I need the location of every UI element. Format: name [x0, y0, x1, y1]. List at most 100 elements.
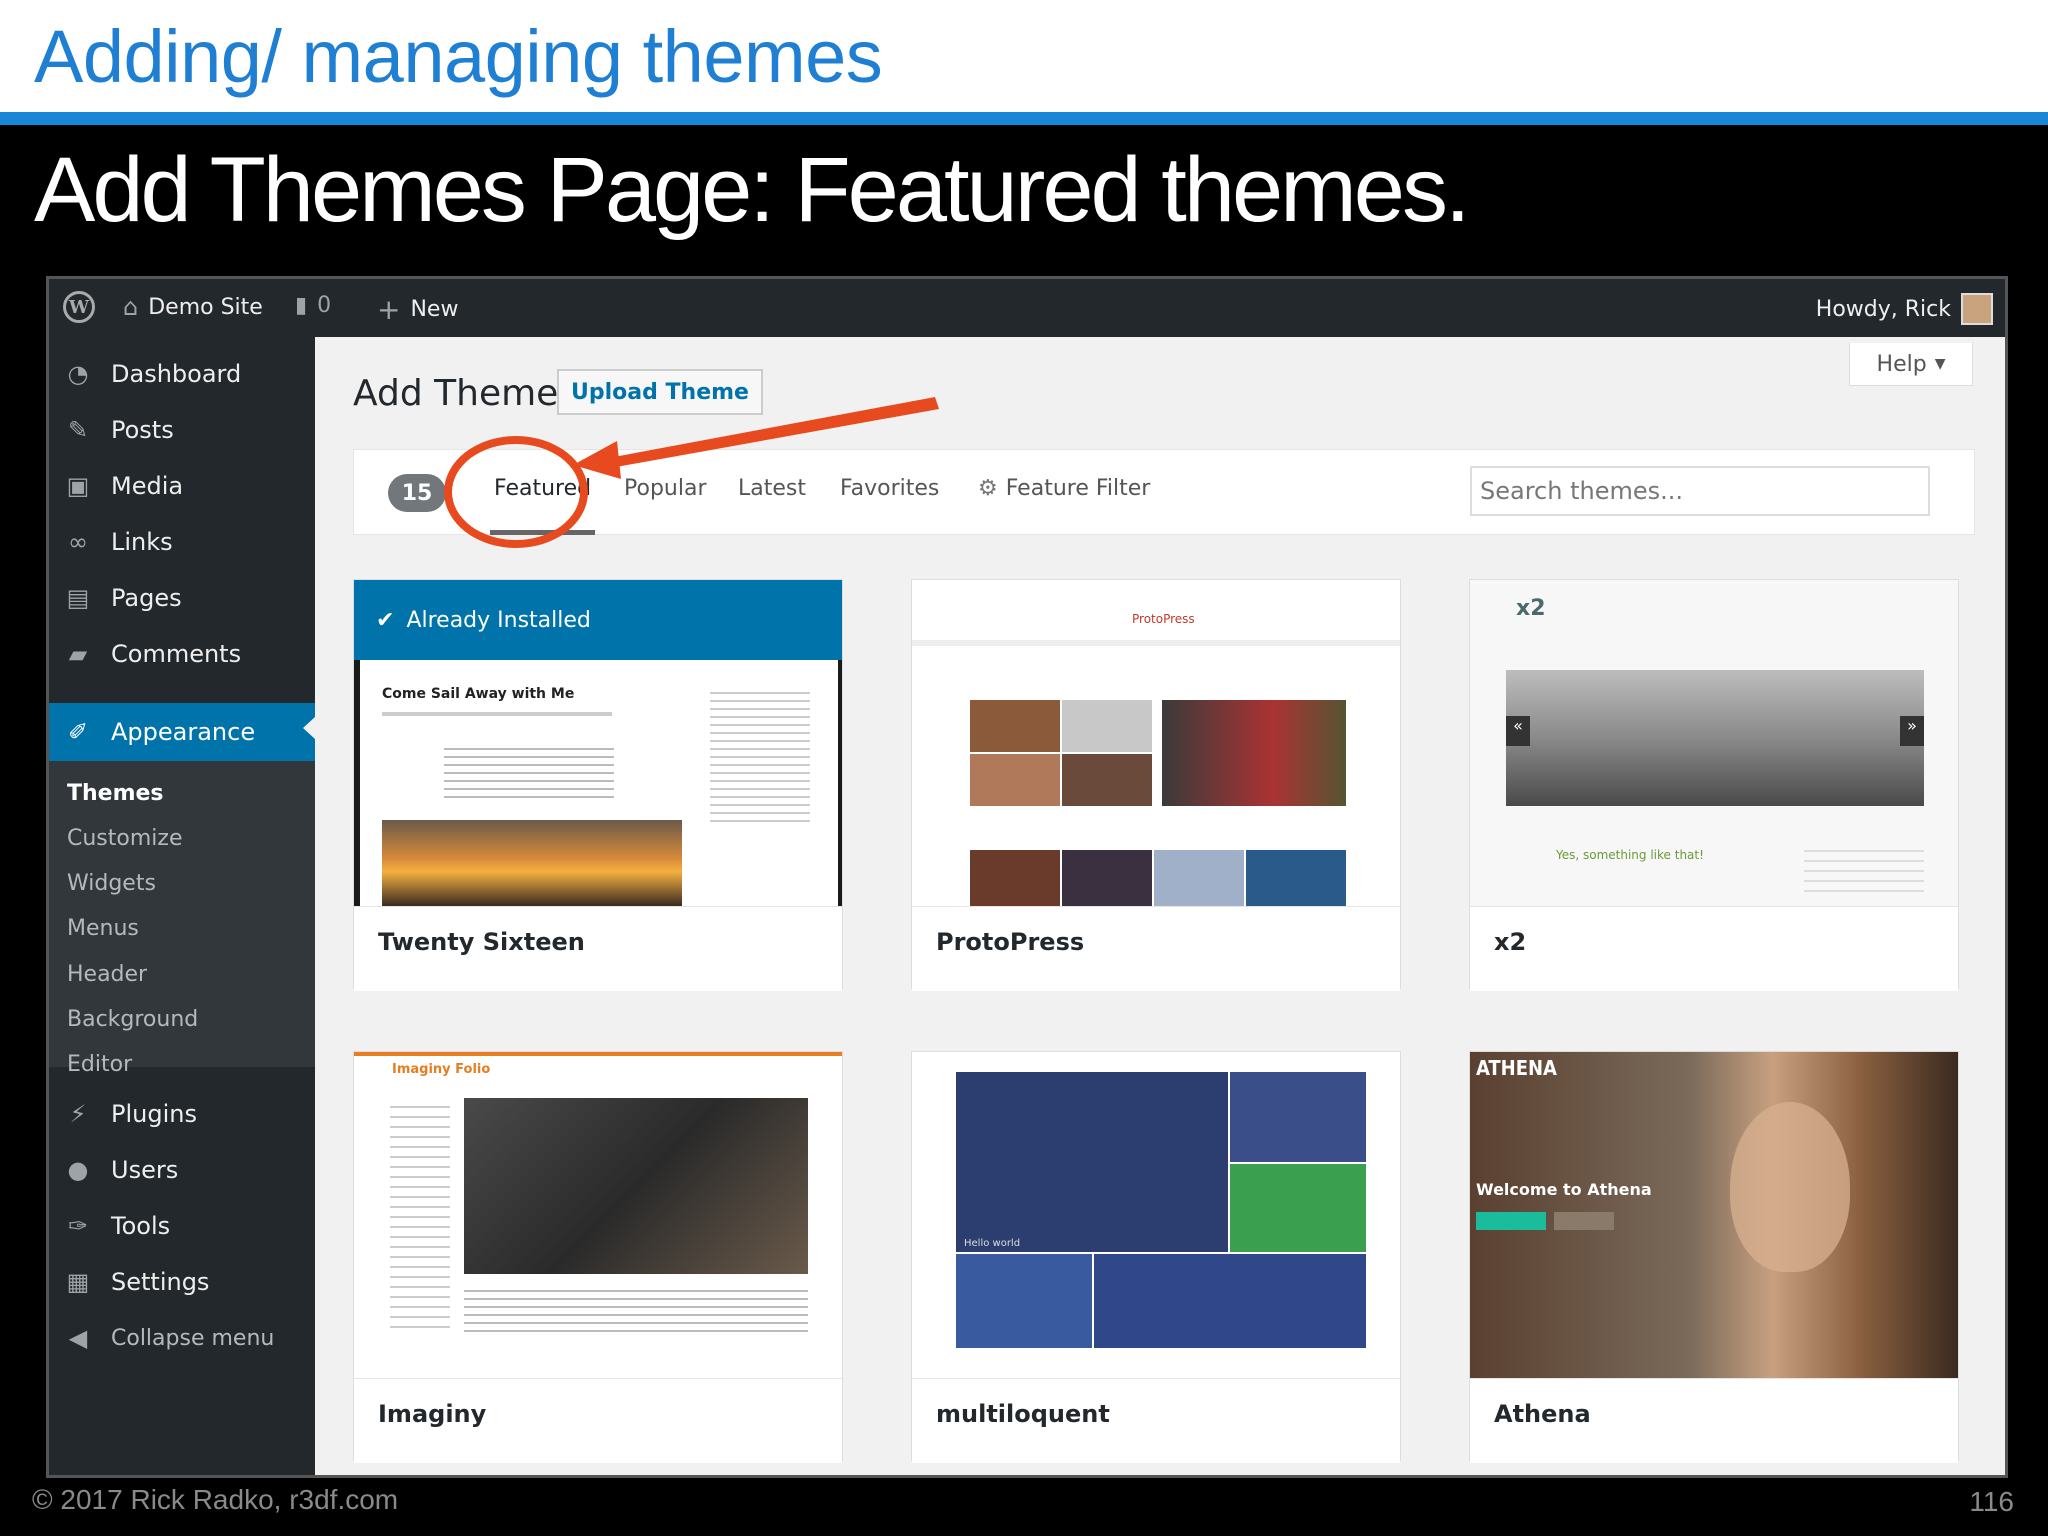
slide-number: 116 [1969, 1486, 2014, 1517]
preview-caption: Welcome to Athena [1476, 1180, 1652, 1199]
theme-card-twenty-sixteen[interactable]: ✔ Already Installed Come Sail Away with … [353, 579, 843, 991]
menu-users[interactable]: ● Users [49, 1145, 315, 1195]
menu-posts[interactable]: ✎ Posts [49, 405, 315, 455]
menu-links[interactable]: ∞ Links [49, 517, 315, 567]
help-tab[interactable]: Help ▼ [1849, 343, 1973, 386]
search-themes-input[interactable]: Search themes... [1470, 466, 1930, 516]
theme-name-bar [1470, 906, 1958, 991]
site-name-link[interactable]: ⌂ Demo Site [123, 293, 263, 321]
plug-icon: ⚡ [69, 1100, 87, 1128]
new-content-link[interactable]: + New [377, 293, 458, 326]
copyright: © 2017 Rick Radko, r3df.com [32, 1484, 399, 1515]
preview-heading: Imaginy Folio [392, 1062, 491, 1077]
help-label: Help [1876, 351, 1927, 377]
theme-name: Athena [1494, 1400, 1591, 1428]
collapse-menu-button[interactable]: ◀ Collapse menu [49, 1313, 315, 1363]
wp-admin-screenshot: W ⌂ Demo Site ▮ 0 + New Howdy, Rick ◔ Da… [46, 276, 2008, 1478]
admin-sidebar: ◔ Dashboard ✎ Posts ▣ Media ∞ Links ▤ Pa… [49, 337, 315, 1475]
theme-filter-bar: 15 Featured Popular Latest Favorites ⚙ F… [353, 436, 1975, 548]
slide-header: Adding/ managing themes [0, 0, 2048, 112]
slide-title: Adding/ managing themes [34, 15, 883, 98]
collapse-icon: ◀ [68, 1324, 88, 1352]
preview-heading: ProtoPress [1132, 612, 1195, 626]
tab-favorites[interactable]: Favorites [840, 476, 939, 501]
tab-popular[interactable]: Popular [624, 476, 707, 501]
preview-heading: ATHENA [1476, 1056, 1557, 1080]
theme-name: Imaginy [378, 1400, 487, 1428]
theme-card-protopress[interactable]: ProtoPress ProtoPress [911, 579, 1401, 991]
comment-bubble-icon: ▮ [295, 293, 308, 318]
menu-label: Users [111, 1156, 179, 1184]
menu-dashboard[interactable]: ◔ Dashboard [49, 349, 315, 399]
site-name: Demo Site [148, 294, 263, 320]
menu-tools[interactable]: ✑ Tools [49, 1201, 315, 1251]
submenu-header[interactable]: Header [67, 962, 147, 987]
theme-card-imaginy[interactable]: Imaginy Folio Imaginy [353, 1051, 843, 1463]
preview-comment: Yes, something like that! [1556, 848, 1704, 862]
feature-filter-label: Feature Filter [1005, 476, 1151, 501]
menu-label: Plugins [111, 1100, 197, 1128]
submenu-themes[interactable]: Themes [67, 781, 164, 806]
menu-label: Pages [111, 584, 182, 612]
new-label: New [410, 297, 459, 322]
menu-label: Dashboard [111, 360, 242, 388]
theme-card-x2[interactable]: x2 « » Yes, something like that! x2 [1469, 579, 1959, 991]
comments-link[interactable]: ▮ 0 [295, 293, 331, 318]
menu-label: Comments [111, 640, 242, 668]
pages-icon: ▤ [66, 584, 90, 612]
media-icon: ▣ [66, 472, 90, 500]
theme-name: x2 [1494, 928, 1527, 956]
caret-down-icon: ▼ [1934, 356, 1946, 372]
submenu-editor[interactable]: Editor [67, 1052, 132, 1077]
theme-screenshot: ProtoPress [912, 580, 1400, 906]
submenu-widgets[interactable]: Widgets [67, 871, 156, 896]
theme-name: multiloquent [936, 1400, 1110, 1428]
theme-name: ProtoPress [936, 928, 1085, 956]
submenu-background[interactable]: Background [67, 1007, 198, 1032]
theme-card-multiloquent[interactable]: Hello world multiloquent [911, 1051, 1401, 1463]
link-icon: ∞ [68, 528, 88, 556]
user-icon: ● [67, 1156, 89, 1184]
comments-count: 0 [317, 293, 332, 318]
account-menu[interactable]: Howdy, Rick [1816, 293, 1993, 325]
menu-label: Appearance [111, 718, 256, 746]
menu-plugins[interactable]: ⚡ Plugins [49, 1089, 315, 1139]
main-content: Help ▼ Add Themes Upload Theme 15 Featur… [315, 337, 2005, 1475]
gear-icon: ⚙ [978, 476, 998, 501]
menu-label: Tools [111, 1212, 171, 1240]
menu-pages[interactable]: ▤ Pages [49, 573, 315, 623]
theme-screenshot: ATHENA Welcome to Athena [1470, 1052, 1958, 1378]
slide-subtitle: Add Themes Page: Featured themes. [34, 139, 1471, 241]
preview-heading: Come Sail Away with Me [382, 686, 575, 702]
dashboard-icon: ◔ [67, 360, 89, 388]
theme-screenshot: x2 « » Yes, something like that! [1470, 580, 1958, 906]
preview-heading: Hello world [964, 1238, 1021, 1249]
theme-screenshot: Hello world [912, 1052, 1400, 1378]
settings-icon: ▦ [66, 1268, 90, 1296]
menu-comments[interactable]: ▰ Comments [49, 629, 315, 679]
submenu-menus[interactable]: Menus [67, 916, 139, 941]
submenu-customize[interactable]: Customize [67, 826, 182, 851]
tab-latest[interactable]: Latest [738, 476, 806, 501]
avatar [1961, 293, 1993, 325]
comment-icon: ▰ [68, 640, 88, 668]
menu-label: Media [111, 472, 184, 500]
preview-heading: x2 [1516, 596, 1546, 621]
menu-media[interactable]: ▣ Media [49, 461, 315, 511]
menu-label: Settings [111, 1268, 210, 1296]
admin-bar: W ⌂ Demo Site ▮ 0 + New Howdy, Rick [49, 279, 2005, 337]
tab-feature-filter[interactable]: ⚙ Feature Filter [978, 476, 1150, 501]
theme-card-athena[interactable]: ATHENA Welcome to Athena Athena [1469, 1051, 1959, 1463]
appearance-submenu: Themes Customize Widgets Menus Header Ba… [49, 761, 315, 1077]
annotation-circle [444, 436, 588, 548]
menu-label: Collapse menu [111, 1325, 275, 1351]
menu-appearance[interactable]: ✐ Appearance [49, 703, 315, 761]
menu-settings[interactable]: ▦ Settings [49, 1257, 315, 1307]
howdy-text: Howdy, Rick [1815, 296, 1951, 322]
page-title: Add Themes [353, 373, 578, 414]
wordpress-logo-icon[interactable]: W [63, 291, 95, 323]
menu-label: Posts [111, 416, 174, 444]
pin-icon: ✎ [67, 416, 89, 444]
upload-theme-button[interactable]: Upload Theme [557, 369, 763, 415]
plus-icon: + [377, 293, 401, 326]
